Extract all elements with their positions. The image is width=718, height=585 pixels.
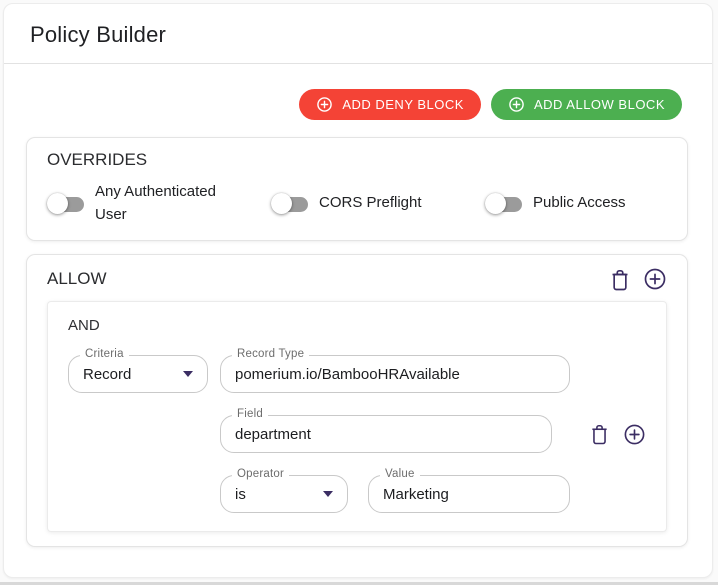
public-access-label[interactable]: Public Access xyxy=(533,192,626,215)
value-label: Value xyxy=(380,468,420,480)
policy-builder-content: ADD DENY BLOCK ADD ALLOW BLOCK OVERRIDES xyxy=(4,64,712,547)
plus-circle-icon xyxy=(316,96,333,113)
page: Policy Builder ADD DENY BLOCK xyxy=(0,0,718,585)
trash-icon xyxy=(610,268,630,291)
delete-allow-block-button[interactable] xyxy=(610,268,630,291)
operator-select-value: is xyxy=(235,486,323,503)
toggle-public-access: Public Access xyxy=(485,192,626,215)
add-criterion-button[interactable] xyxy=(623,423,646,446)
chevron-down-icon xyxy=(183,371,193,377)
allow-block-title: ALLOW xyxy=(47,269,107,289)
switch-thumb xyxy=(485,193,506,214)
any-authenticated-user-switch[interactable] xyxy=(47,193,86,215)
criteria-row: Criteria Record Record Type xyxy=(68,355,646,393)
switch-thumb xyxy=(271,193,292,214)
cors-preflight-switch[interactable] xyxy=(271,193,310,215)
overrides-card: OVERRIDES Any Authenticated User xyxy=(26,137,688,241)
add-criteria-group-button[interactable] xyxy=(643,267,667,291)
record-type-input[interactable] xyxy=(235,366,555,383)
plus-circle-icon xyxy=(623,423,646,446)
field-row: Field xyxy=(220,415,646,453)
criteria-select-label: Criteria xyxy=(80,348,129,360)
value-input[interactable] xyxy=(383,486,555,503)
field-field-wrap: Field xyxy=(220,415,552,453)
cors-preflight-label[interactable]: CORS Preflight xyxy=(319,192,422,215)
delete-criterion-button[interactable] xyxy=(590,423,609,445)
allow-block-header: ALLOW xyxy=(47,267,667,291)
group-operator-label: AND xyxy=(68,317,646,334)
plus-circle-icon xyxy=(508,96,525,113)
policy-builder-header: Policy Builder xyxy=(4,4,712,64)
criteria-form: Criteria Record Record Type Fie xyxy=(68,355,646,513)
operator-value-row: Operator is Value xyxy=(220,475,646,513)
add-allow-block-button[interactable]: ADD ALLOW BLOCK xyxy=(491,89,682,120)
add-deny-block-label: ADD DENY BLOCK xyxy=(342,97,464,112)
record-type-field-wrap: Record Type xyxy=(220,355,570,393)
overrides-toggle-row: Any Authenticated User CORS Preflight xyxy=(47,181,667,226)
criteria-select-value: Record xyxy=(83,366,183,383)
operator-select-label: Operator xyxy=(232,468,289,480)
operator-select[interactable]: Operator is xyxy=(220,475,348,513)
switch-thumb xyxy=(47,193,68,214)
add-allow-block-label: ADD ALLOW BLOCK xyxy=(534,97,665,112)
criteria-select[interactable]: Criteria Record xyxy=(68,355,208,393)
toggle-cors-preflight: CORS Preflight xyxy=(271,192,485,215)
chevron-down-icon xyxy=(323,491,333,497)
and-criteria-group: AND Criteria Record Record Type xyxy=(47,301,667,532)
policy-builder-card: Policy Builder ADD DENY BLOCK xyxy=(3,3,713,578)
allow-block-actions xyxy=(610,267,667,291)
allow-block-card: ALLOW xyxy=(26,254,688,547)
criterion-actions xyxy=(590,423,646,446)
field-input[interactable] xyxy=(235,426,537,443)
toggle-any-authenticated-user: Any Authenticated User xyxy=(47,181,271,226)
public-access-switch[interactable] xyxy=(485,193,524,215)
add-deny-block-button[interactable]: ADD DENY BLOCK xyxy=(299,89,481,120)
overrides-title: OVERRIDES xyxy=(47,150,667,170)
block-actions-row: ADD DENY BLOCK ADD ALLOW BLOCK xyxy=(24,89,690,120)
any-authenticated-user-label[interactable]: Any Authenticated User xyxy=(95,181,243,226)
plus-circle-icon xyxy=(643,267,667,291)
page-title: Policy Builder xyxy=(30,22,684,48)
value-field-wrap: Value xyxy=(368,475,570,513)
trash-icon xyxy=(590,423,609,445)
record-type-label: Record Type xyxy=(232,348,309,360)
field-label: Field xyxy=(232,408,268,420)
